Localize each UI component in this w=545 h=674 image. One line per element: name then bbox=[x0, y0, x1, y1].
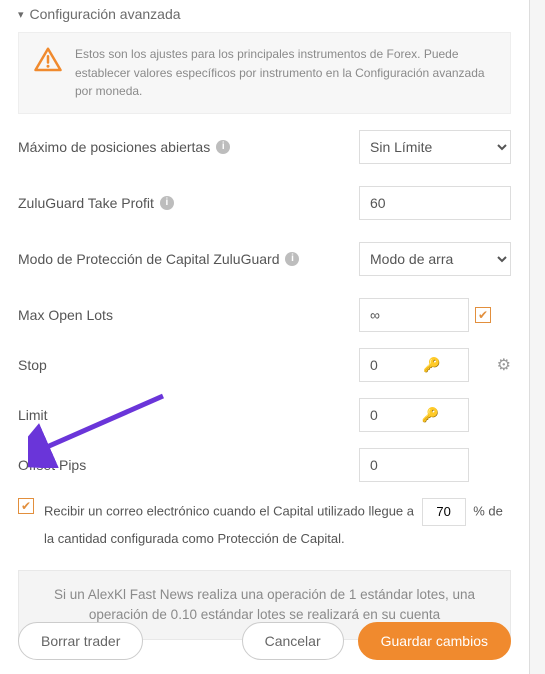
section-toggle[interactable]: ▾ Configuración avanzada bbox=[18, 0, 511, 28]
info-icon[interactable]: i bbox=[160, 196, 174, 210]
label-max-open-lots: Max Open Lots bbox=[18, 307, 113, 323]
info-icon[interactable]: i bbox=[285, 252, 299, 266]
row-zg-take-profit: ZuluGuard Take Profit i bbox=[18, 186, 511, 220]
input-stop[interactable] bbox=[359, 348, 469, 382]
row-limit: Limit 🔑 bbox=[18, 398, 511, 432]
info-icon[interactable]: i bbox=[216, 140, 230, 154]
email-notice-text: Recibir un correo electrónico cuando el … bbox=[44, 498, 511, 552]
input-email-threshold[interactable] bbox=[422, 498, 466, 526]
check-icon: ✔ bbox=[21, 500, 31, 512]
warning-icon bbox=[33, 45, 63, 75]
input-zg-take-profit[interactable] bbox=[359, 186, 511, 220]
checkbox-max-open-lots[interactable]: ✔ bbox=[475, 307, 491, 323]
info-banner: Estos son los ajustes para los principal… bbox=[18, 32, 511, 114]
label-offset: Offset Pips bbox=[18, 457, 86, 473]
footer: Borrar trader Cancelar Guardar cambios bbox=[18, 622, 511, 660]
check-icon: ✔ bbox=[478, 309, 488, 321]
label-limit: Limit bbox=[18, 407, 48, 423]
label-max-open: Máximo de posiciones abiertas bbox=[18, 139, 210, 155]
delete-trader-button[interactable]: Borrar trader bbox=[18, 622, 143, 660]
gear-icon[interactable]: ⚙ bbox=[497, 355, 511, 375]
select-max-open[interactable]: Sin Límite bbox=[359, 130, 511, 164]
select-zg-cap-mode[interactable]: Modo de arra bbox=[359, 242, 511, 276]
label-zg-cap-mode: Modo de Protección de Capital ZuluGuard bbox=[18, 251, 279, 267]
row-offset-pips: Offset Pips bbox=[18, 448, 511, 482]
label-stop: Stop bbox=[18, 357, 47, 373]
chevron-down-icon: ▾ bbox=[18, 8, 24, 21]
row-max-open-positions: Máximo de posiciones abiertas i Sin Lími… bbox=[18, 130, 511, 164]
input-limit[interactable] bbox=[359, 398, 469, 432]
email-prefix: Recibir un correo electrónico cuando el … bbox=[44, 503, 414, 518]
section-title: Configuración avanzada bbox=[30, 6, 181, 22]
advanced-settings-panel: ▾ Configuración avanzada Estos son los a… bbox=[0, 0, 530, 674]
input-offset[interactable] bbox=[359, 448, 469, 482]
label-zg-take-profit: ZuluGuard Take Profit bbox=[18, 195, 154, 211]
row-zg-cap-mode: Modo de Protección de Capital ZuluGuard … bbox=[18, 242, 511, 276]
row-stop: Stop 🔑 ⚙ bbox=[18, 348, 511, 382]
row-max-open-lots: Max Open Lots ✔ bbox=[18, 298, 511, 332]
cancel-button[interactable]: Cancelar bbox=[242, 622, 344, 660]
checkbox-email-notice[interactable]: ✔ bbox=[18, 498, 34, 514]
save-button[interactable]: Guardar cambios bbox=[358, 622, 511, 660]
row-email-notice: ✔ Recibir un correo electrónico cuando e… bbox=[18, 498, 511, 552]
banner-text: Estos son los ajustes para los principal… bbox=[75, 45, 496, 101]
input-max-open-lots[interactable] bbox=[359, 298, 469, 332]
